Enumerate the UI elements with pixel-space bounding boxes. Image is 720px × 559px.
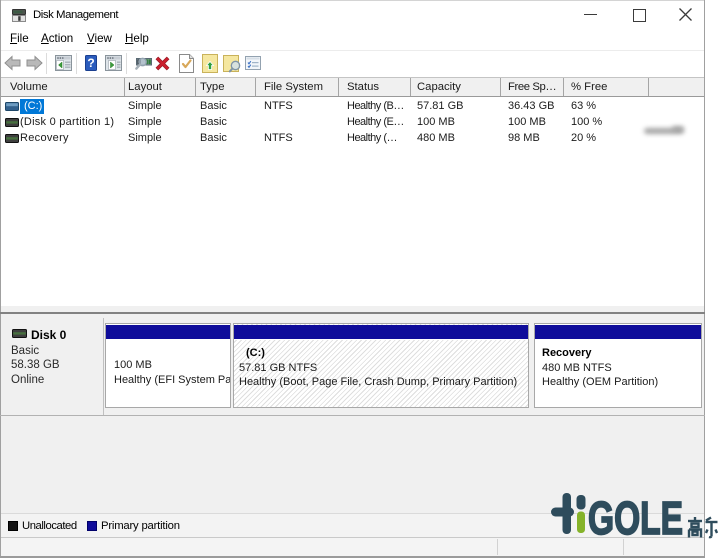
svg-text:?: ? <box>87 56 94 70</box>
svg-text:GOLE: GOLE <box>588 492 683 544</box>
